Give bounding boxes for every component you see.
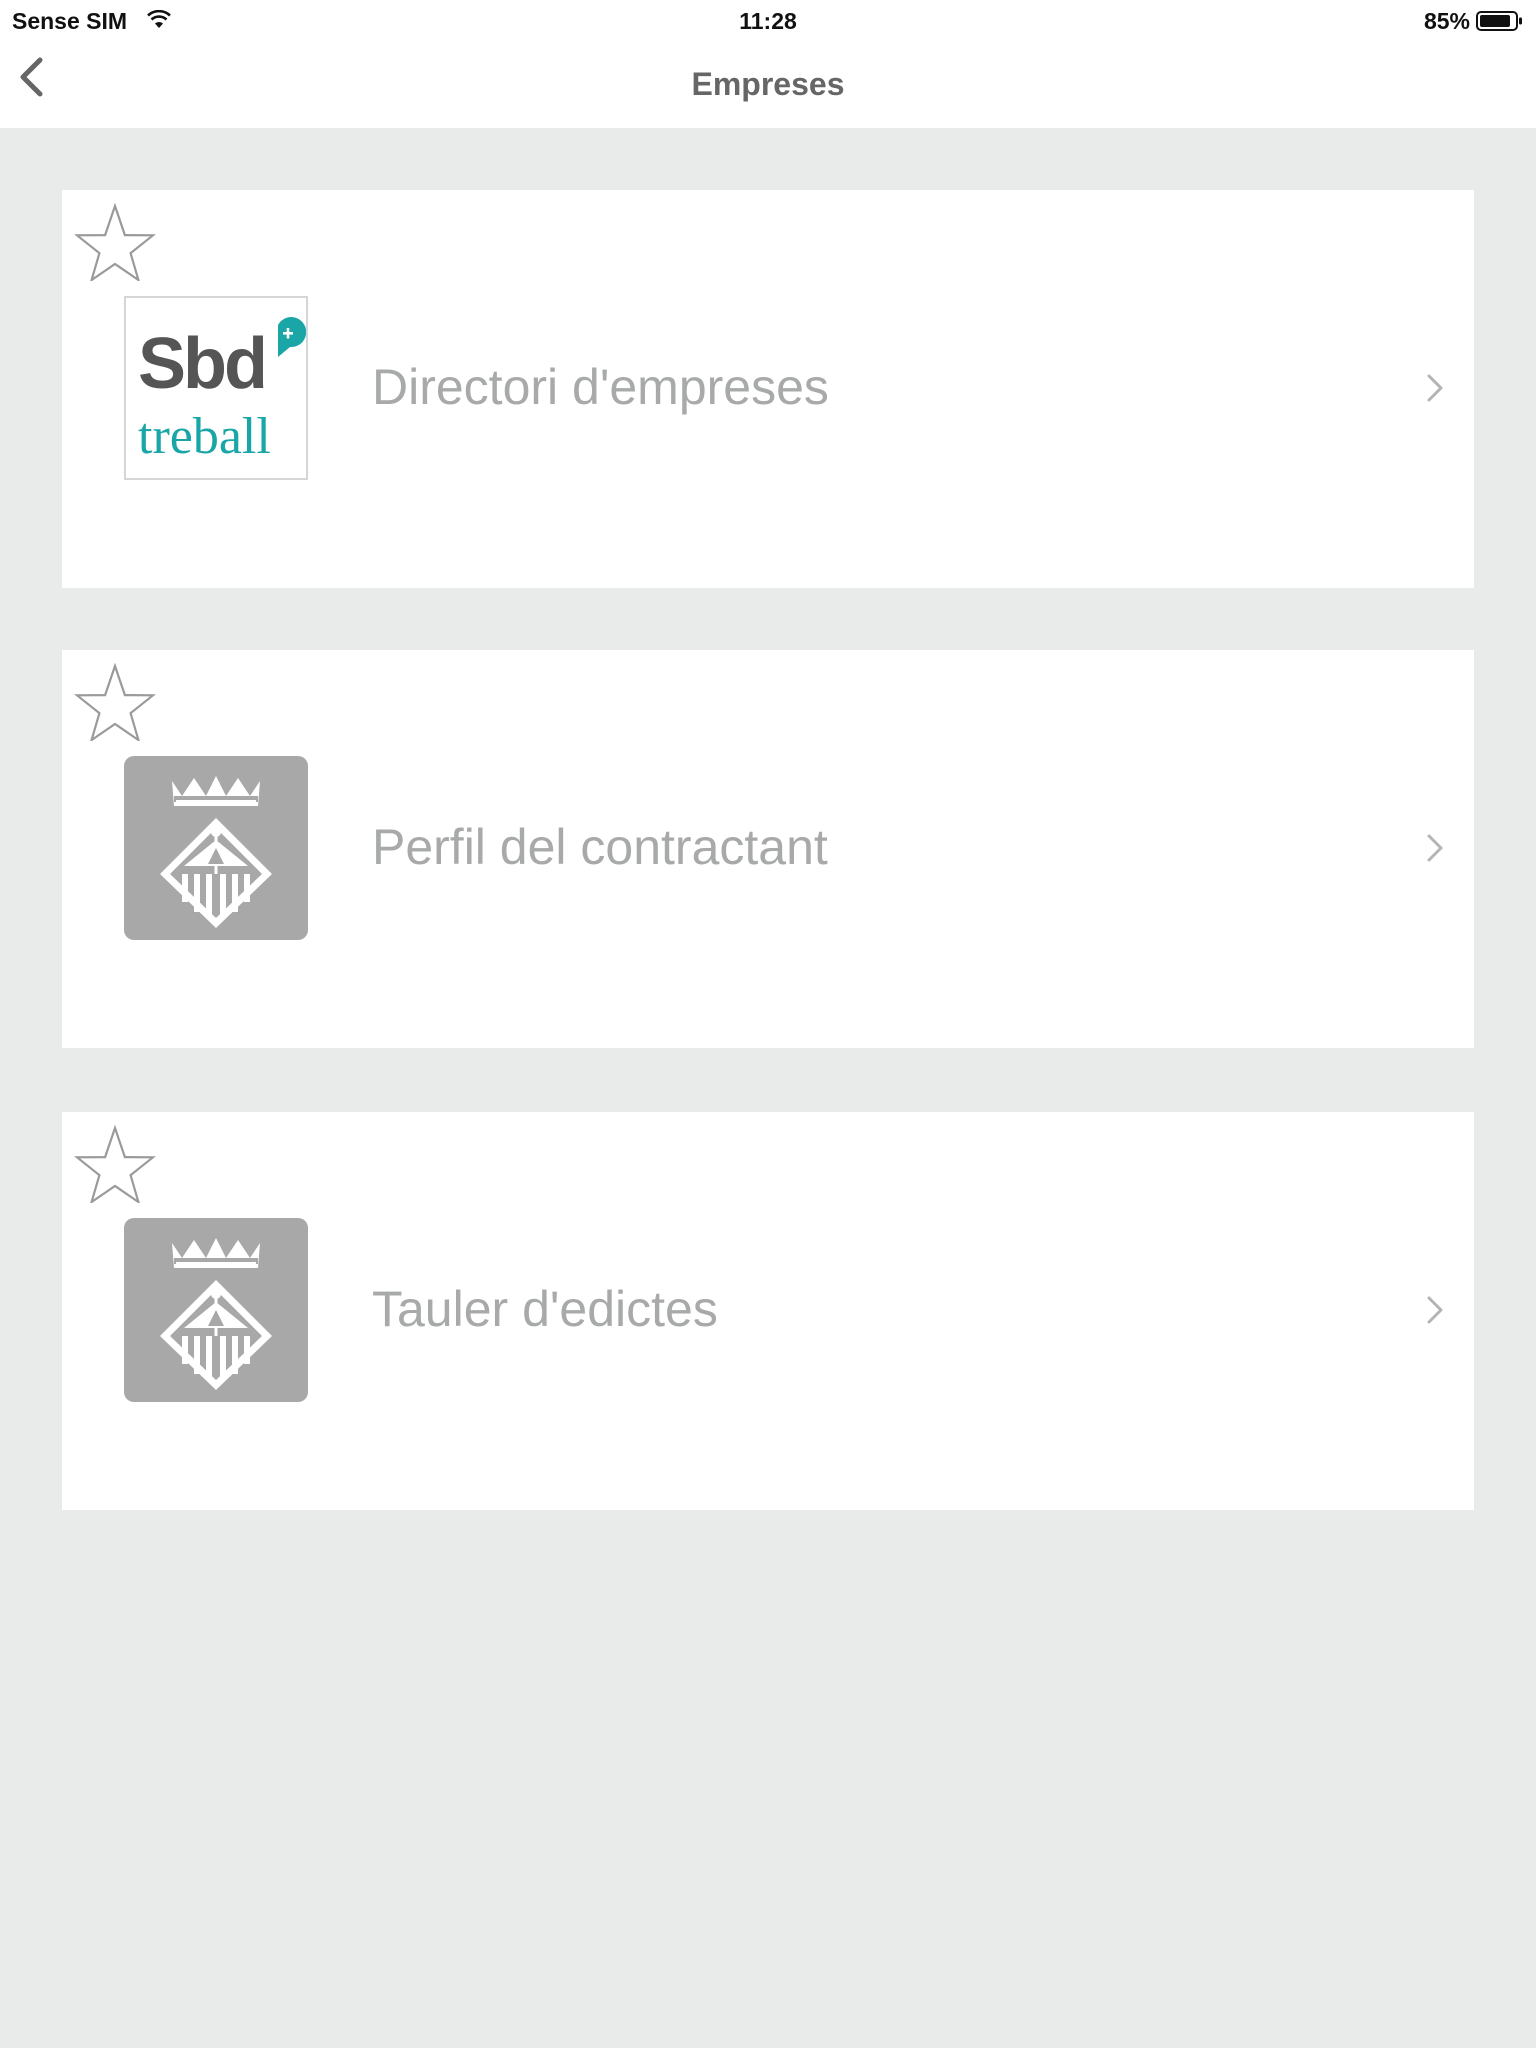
clock: 11:28	[739, 8, 797, 34]
navigation-bar: Empreses	[0, 44, 1536, 128]
sbd-treball-logo: Sbd treball	[124, 296, 308, 480]
battery-percentage: 85%	[1423, 8, 1470, 34]
list-item-tauler[interactable]: Tauler d'edictes	[62, 1112, 1474, 1510]
coat-of-arms-logo	[124, 756, 308, 940]
list-item-label: Tauler d'edictes	[372, 1281, 718, 1337]
chevron-right-icon	[1427, 834, 1443, 862]
favorite-star-icon[interactable]	[74, 663, 156, 741]
list-item-label: Perfil del contractant	[372, 819, 828, 875]
chevron-right-icon	[1427, 374, 1443, 402]
list-item-perfil[interactable]: Perfil del contractant	[62, 650, 1474, 1048]
list-item-directori[interactable]: Sbd treball Directori d'empreses	[62, 190, 1474, 588]
status-bar: Sense SIM 11:28 85%	[0, 0, 1536, 44]
favorite-star-icon[interactable]	[74, 1125, 156, 1203]
back-chevron-icon[interactable]	[14, 52, 54, 102]
coat-of-arms-logo	[124, 1218, 308, 1402]
favorite-star-icon[interactable]	[74, 203, 156, 281]
logo-text-sbd: Sbd	[138, 324, 265, 404]
battery-icon	[1476, 11, 1522, 31]
logo-text-treball: treball	[138, 408, 271, 465]
page-title: Empreses	[691, 66, 845, 102]
list-item-label: Directori d'empreses	[372, 359, 829, 415]
chevron-right-icon	[1427, 1296, 1443, 1324]
